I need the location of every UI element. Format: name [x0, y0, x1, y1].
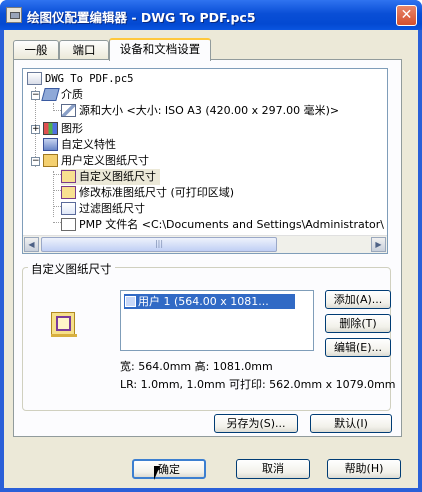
tree-connector: [53, 110, 61, 111]
tree-connector: [53, 190, 61, 191]
tree-item-label: 自定义图纸尺寸: [79, 170, 156, 183]
window-title: 绘图仪配置编辑器 - DWG To PDF.pc5: [27, 10, 256, 25]
tree-item-root[interactable]: DWG To PDF.pc5: [27, 71, 134, 87]
help-button[interactable]: 帮助(H): [327, 459, 401, 479]
collapse-icon[interactable]: −: [31, 157, 40, 166]
expand-icon[interactable]: +: [31, 125, 40, 134]
tree-item-label: PMP 文件名 <C:\Documents and Settings\Admin…: [79, 218, 384, 231]
tree-item-custom-paper-sizes[interactable]: 自定义图纸尺寸: [61, 169, 160, 185]
tree-item-media[interactable]: 介质: [41, 87, 83, 103]
tree-item-modify-standard-sizes[interactable]: 修改标准图纸尺寸 (可打印区域): [61, 185, 234, 201]
tree-item-label: 自定义特性: [61, 138, 116, 151]
tree-connector: [53, 174, 61, 175]
save-as-button[interactable]: 另存为(S)...: [214, 414, 298, 433]
tree-item-graphics[interactable]: 图形: [43, 121, 83, 137]
scroll-thumb[interactable]: |||: [41, 237, 277, 252]
custom-paper-icon: [61, 170, 76, 183]
close-button[interactable]: ✕: [396, 5, 417, 26]
tree-item-label: 用户定义图纸尺寸: [61, 154, 149, 167]
modify-paper-icon: [61, 186, 76, 199]
plotter-app-icon: [6, 7, 22, 23]
edit-button[interactable]: 编辑(E)...: [325, 338, 391, 357]
tree-item-label: 图形: [61, 122, 83, 135]
dialog-body: 一般 端口 设备和文档设置 DWG To PDF.pc5 − 介质 源和大小 <…: [4, 30, 418, 488]
tree-connector: [53, 206, 61, 207]
user-paper-icon: [43, 154, 58, 167]
plotter-file-icon: [27, 72, 42, 85]
list-item-label: 用户 1 (564.00 x 1081...: [138, 295, 269, 308]
plotter-config-window: 绘图仪配置编辑器 - DWG To PDF.pc5 ✕ 一般 端口 设备和文档设…: [0, 0, 422, 492]
tree-item-label: 过滤图纸尺寸: [79, 202, 145, 215]
printable-area-text: LR: 1.0mm, 1.0mm 可打印: 562.0mm x 1079.0mm: [120, 378, 396, 391]
custom-paper-size-group: 用户 1 (564.00 x 1081... 添加(A)... 删除(T) 编辑…: [22, 267, 396, 411]
paper-dimensions-text: 宽: 564.0mm 高: 1081.0mm: [120, 360, 273, 373]
tree-item-custom-properties[interactable]: 自定义特性: [43, 137, 116, 153]
defaults-button[interactable]: 默认(I): [310, 414, 392, 433]
collapse-icon[interactable]: −: [31, 91, 40, 100]
tree-item-label: 源和大小 <大小: ISO A3 (420.00 x 297.00 毫米)>: [79, 104, 340, 117]
scroll-right-icon[interactable]: ▶: [371, 237, 386, 252]
ok-button[interactable]: 确定: [132, 459, 206, 479]
paper-size-icon: [49, 310, 79, 340]
custom-paper-size-group-label: 自定义图纸尺寸: [28, 261, 115, 277]
pmp-file-icon: [61, 218, 76, 231]
scroll-left-icon[interactable]: ◀: [24, 237, 39, 252]
tree-item-label: DWG To PDF.pc5: [45, 73, 134, 85]
tab-general[interactable]: 一般: [13, 40, 59, 59]
cancel-button[interactable]: 取消: [236, 459, 310, 479]
tree-item-label: 介质: [61, 88, 83, 101]
tab-port[interactable]: 端口: [59, 40, 109, 59]
add-button[interactable]: 添加(A)...: [325, 290, 391, 309]
tab-device-document-settings[interactable]: 设备和文档设置: [109, 38, 211, 61]
paper-list-icon: [125, 296, 136, 307]
filter-paper-icon: [61, 202, 76, 215]
paper-size-icon: [61, 104, 76, 117]
tree-item-filter-paper-sizes[interactable]: 过滤图纸尺寸: [61, 201, 145, 217]
tree-horizontal-scrollbar[interactable]: ◀ ||| ▶: [23, 235, 387, 253]
tree-item-pmp-file[interactable]: PMP 文件名 <C:\Documents and Settings\Admin…: [61, 217, 384, 233]
delete-button[interactable]: 删除(T): [325, 314, 391, 333]
tree-item-source-and-size[interactable]: 源和大小 <大小: ISO A3 (420.00 x 297.00 毫米)>: [61, 103, 339, 119]
tree-item-user-defined-sizes[interactable]: 用户定义图纸尺寸: [43, 153, 149, 169]
tree-connector: [53, 171, 54, 217]
media-icon: [41, 88, 60, 101]
title-bar[interactable]: 绘图仪配置编辑器 - DWG To PDF.pc5 ✕: [0, 0, 422, 30]
device-settings-panel: DWG To PDF.pc5 − 介质 源和大小 <大小: ISO A3 (42…: [13, 59, 402, 437]
custom-sizes-listbox[interactable]: 用户 1 (564.00 x 1081...: [120, 290, 314, 351]
tree-connector: [53, 222, 61, 223]
list-item[interactable]: 用户 1 (564.00 x 1081...: [124, 294, 295, 309]
custom-properties-icon: [43, 138, 58, 151]
mouse-cursor-icon: [154, 466, 160, 480]
graphics-icon: [43, 122, 58, 135]
tree-item-label: 修改标准图纸尺寸 (可打印区域): [79, 186, 235, 199]
settings-tree[interactable]: DWG To PDF.pc5 − 介质 源和大小 <大小: ISO A3 (42…: [22, 68, 388, 254]
